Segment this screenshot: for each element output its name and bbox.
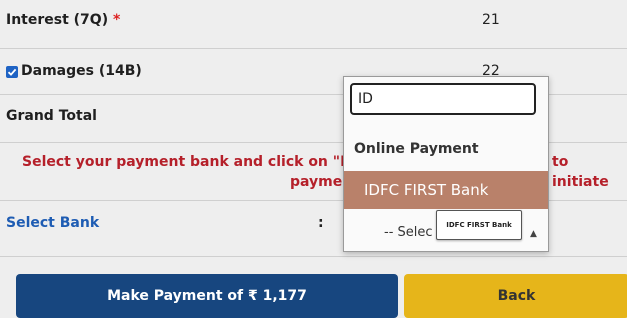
interest-value: 21 [482,12,500,28]
back-button[interactable]: Back [404,274,627,318]
required-mark: * [112,12,121,28]
option-group-online-payment: Online Payment [354,141,479,157]
make-payment-button[interactable]: Make Payment of ₹ 1,177 [16,274,398,318]
bank-search-input[interactable] [350,83,536,115]
option-idfc-first-bank[interactable]: IDFC FIRST Bank [344,171,548,209]
payment-notice-line2: payme [290,174,343,190]
interest-label-text: Interest (7Q) [6,12,109,28]
select-bank-colon: : [318,215,324,231]
payment-notice-line1-right: to initiate [552,154,609,190]
damages-label: Damages (14B) [21,63,142,79]
interest-label: Interest (7Q) * [6,12,120,28]
row-divider [0,48,627,49]
payment-notice-line1-left: Select your payment bank and click on "M… [22,154,364,170]
caret-up-icon[interactable]: ▲ [530,229,537,239]
bank-select-placeholder[interactable]: -- Selec [384,225,433,240]
grand-total-label: Grand Total [6,108,97,124]
row-divider [0,256,627,257]
option-tooltip: IDFC FIRST Bank [436,210,522,240]
select-bank-label: Select Bank [6,215,100,231]
checkmark-icon [7,68,17,76]
damages-checkbox[interactable] [6,66,18,78]
